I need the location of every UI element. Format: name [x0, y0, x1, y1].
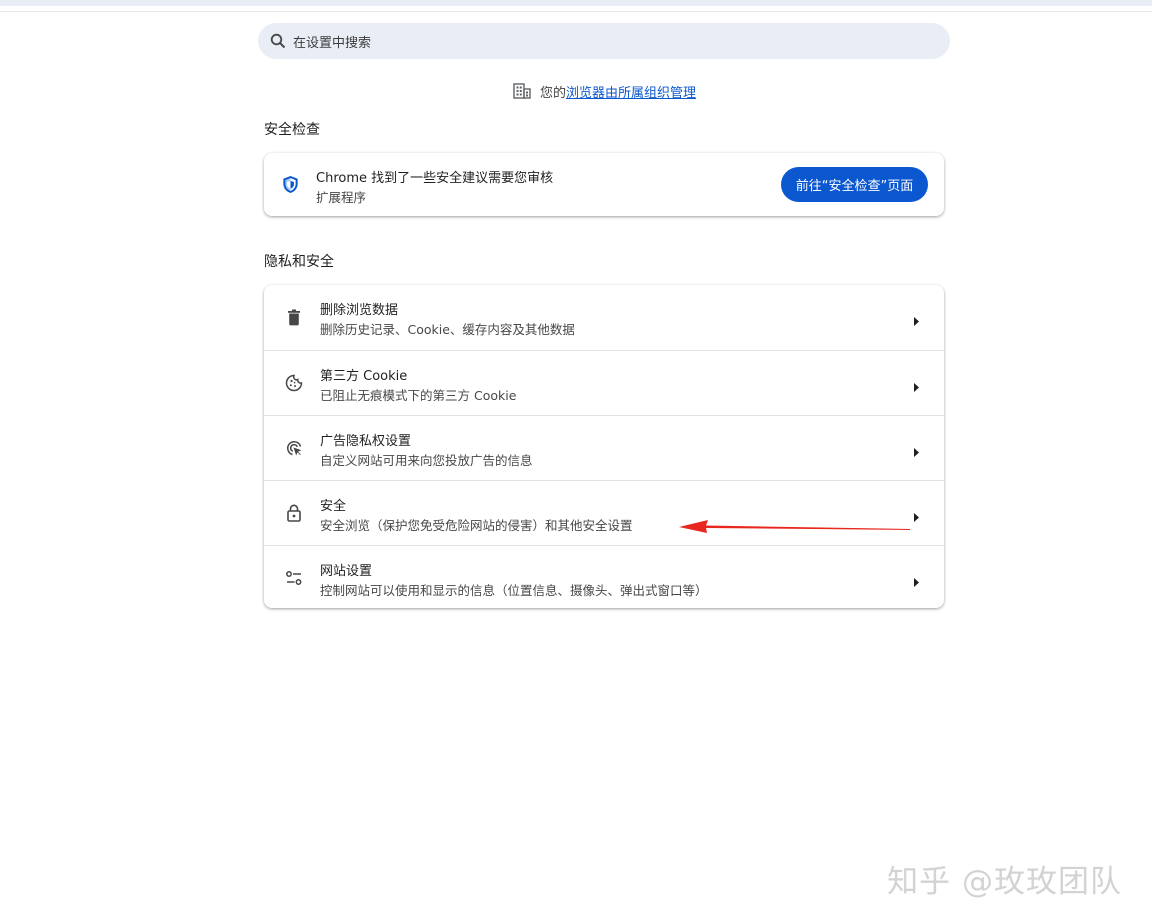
- row-title: 网站设置: [320, 564, 373, 579]
- top-divider: [0, 11, 1152, 12]
- search-placeholder: 在设置中搜索: [293, 35, 372, 51]
- search-icon: [269, 32, 287, 50]
- managed-prefix: 您的: [540, 85, 567, 101]
- chevron-right-icon: [912, 378, 920, 392]
- row-title: 第三方 Cookie: [320, 369, 408, 384]
- row-subtitle: 安全浏览（保护您免受危险网站的侵害）和其他安全设置: [320, 518, 633, 533]
- safety-check-subtitle: 扩展程序: [316, 190, 367, 205]
- chevron-right-icon: [912, 573, 920, 587]
- top-strip: [0, 0, 1152, 6]
- chevron-right-icon: [912, 508, 920, 522]
- row-ad-privacy[interactable]: 广告隐私权设置 自定义网站可用来向您投放广告的信息: [264, 415, 944, 480]
- privacy-security-heading: 隐私和安全: [264, 254, 334, 270]
- row-title: 广告隐私权设置: [320, 434, 412, 449]
- safety-check-title: Chrome 找到了一些安全建议需要您审核: [316, 171, 554, 186]
- annotation-arrow-icon: [679, 520, 910, 533]
- cookie-icon: [284, 373, 304, 393]
- row-third-party-cookies[interactable]: 第三方 Cookie 已阻止无痕模式下的第三方 Cookie: [264, 350, 944, 415]
- tune-icon: [284, 568, 304, 588]
- chevron-right-icon: [912, 443, 920, 457]
- safety-check-heading: 安全检查: [264, 122, 320, 138]
- go-to-safety-check-button[interactable]: 前往“安全检查”页面: [781, 167, 928, 202]
- lock-icon: [284, 503, 304, 523]
- chevron-right-icon: [912, 312, 920, 326]
- ad-privacy-icon: [284, 438, 304, 458]
- row-subtitle: 控制网站可以使用和显示的信息（位置信息、摄像头、弹出式窗口等）: [320, 583, 708, 598]
- settings-search-input[interactable]: 在设置中搜索: [258, 23, 950, 59]
- trash-icon: [284, 307, 304, 327]
- row-title: 安全: [320, 499, 347, 514]
- row-clear-browsing-data[interactable]: 删除浏览数据 删除历史记录、Cookie、缓存内容及其他数据: [264, 285, 944, 350]
- managed-by-org-link[interactable]: 浏览器由所属组织管理: [566, 82, 696, 101]
- building-icon: [513, 82, 531, 100]
- row-subtitle: 已阻止无痕模式下的第三方 Cookie: [320, 388, 517, 403]
- privacy-security-card: 删除浏览数据 删除历史记录、Cookie、缓存内容及其他数据 第三方 Cooki…: [264, 285, 944, 608]
- row-subtitle: 自定义网站可用来向您投放广告的信息: [320, 453, 533, 468]
- safety-check-card: Chrome 找到了一些安全建议需要您审核 扩展程序 前往“安全检查”页面: [264, 153, 944, 216]
- managed-notice: 您的 浏览器由所属组织管理: [513, 82, 696, 101]
- shield-icon: [281, 175, 300, 194]
- watermark: 知乎 @玫玫团队: [887, 864, 1122, 900]
- row-title: 删除浏览数据: [320, 303, 399, 318]
- row-subtitle: 删除历史记录、Cookie、缓存内容及其他数据: [320, 322, 575, 337]
- row-site-settings[interactable]: 网站设置 控制网站可以使用和显示的信息（位置信息、摄像头、弹出式窗口等）: [264, 545, 944, 610]
